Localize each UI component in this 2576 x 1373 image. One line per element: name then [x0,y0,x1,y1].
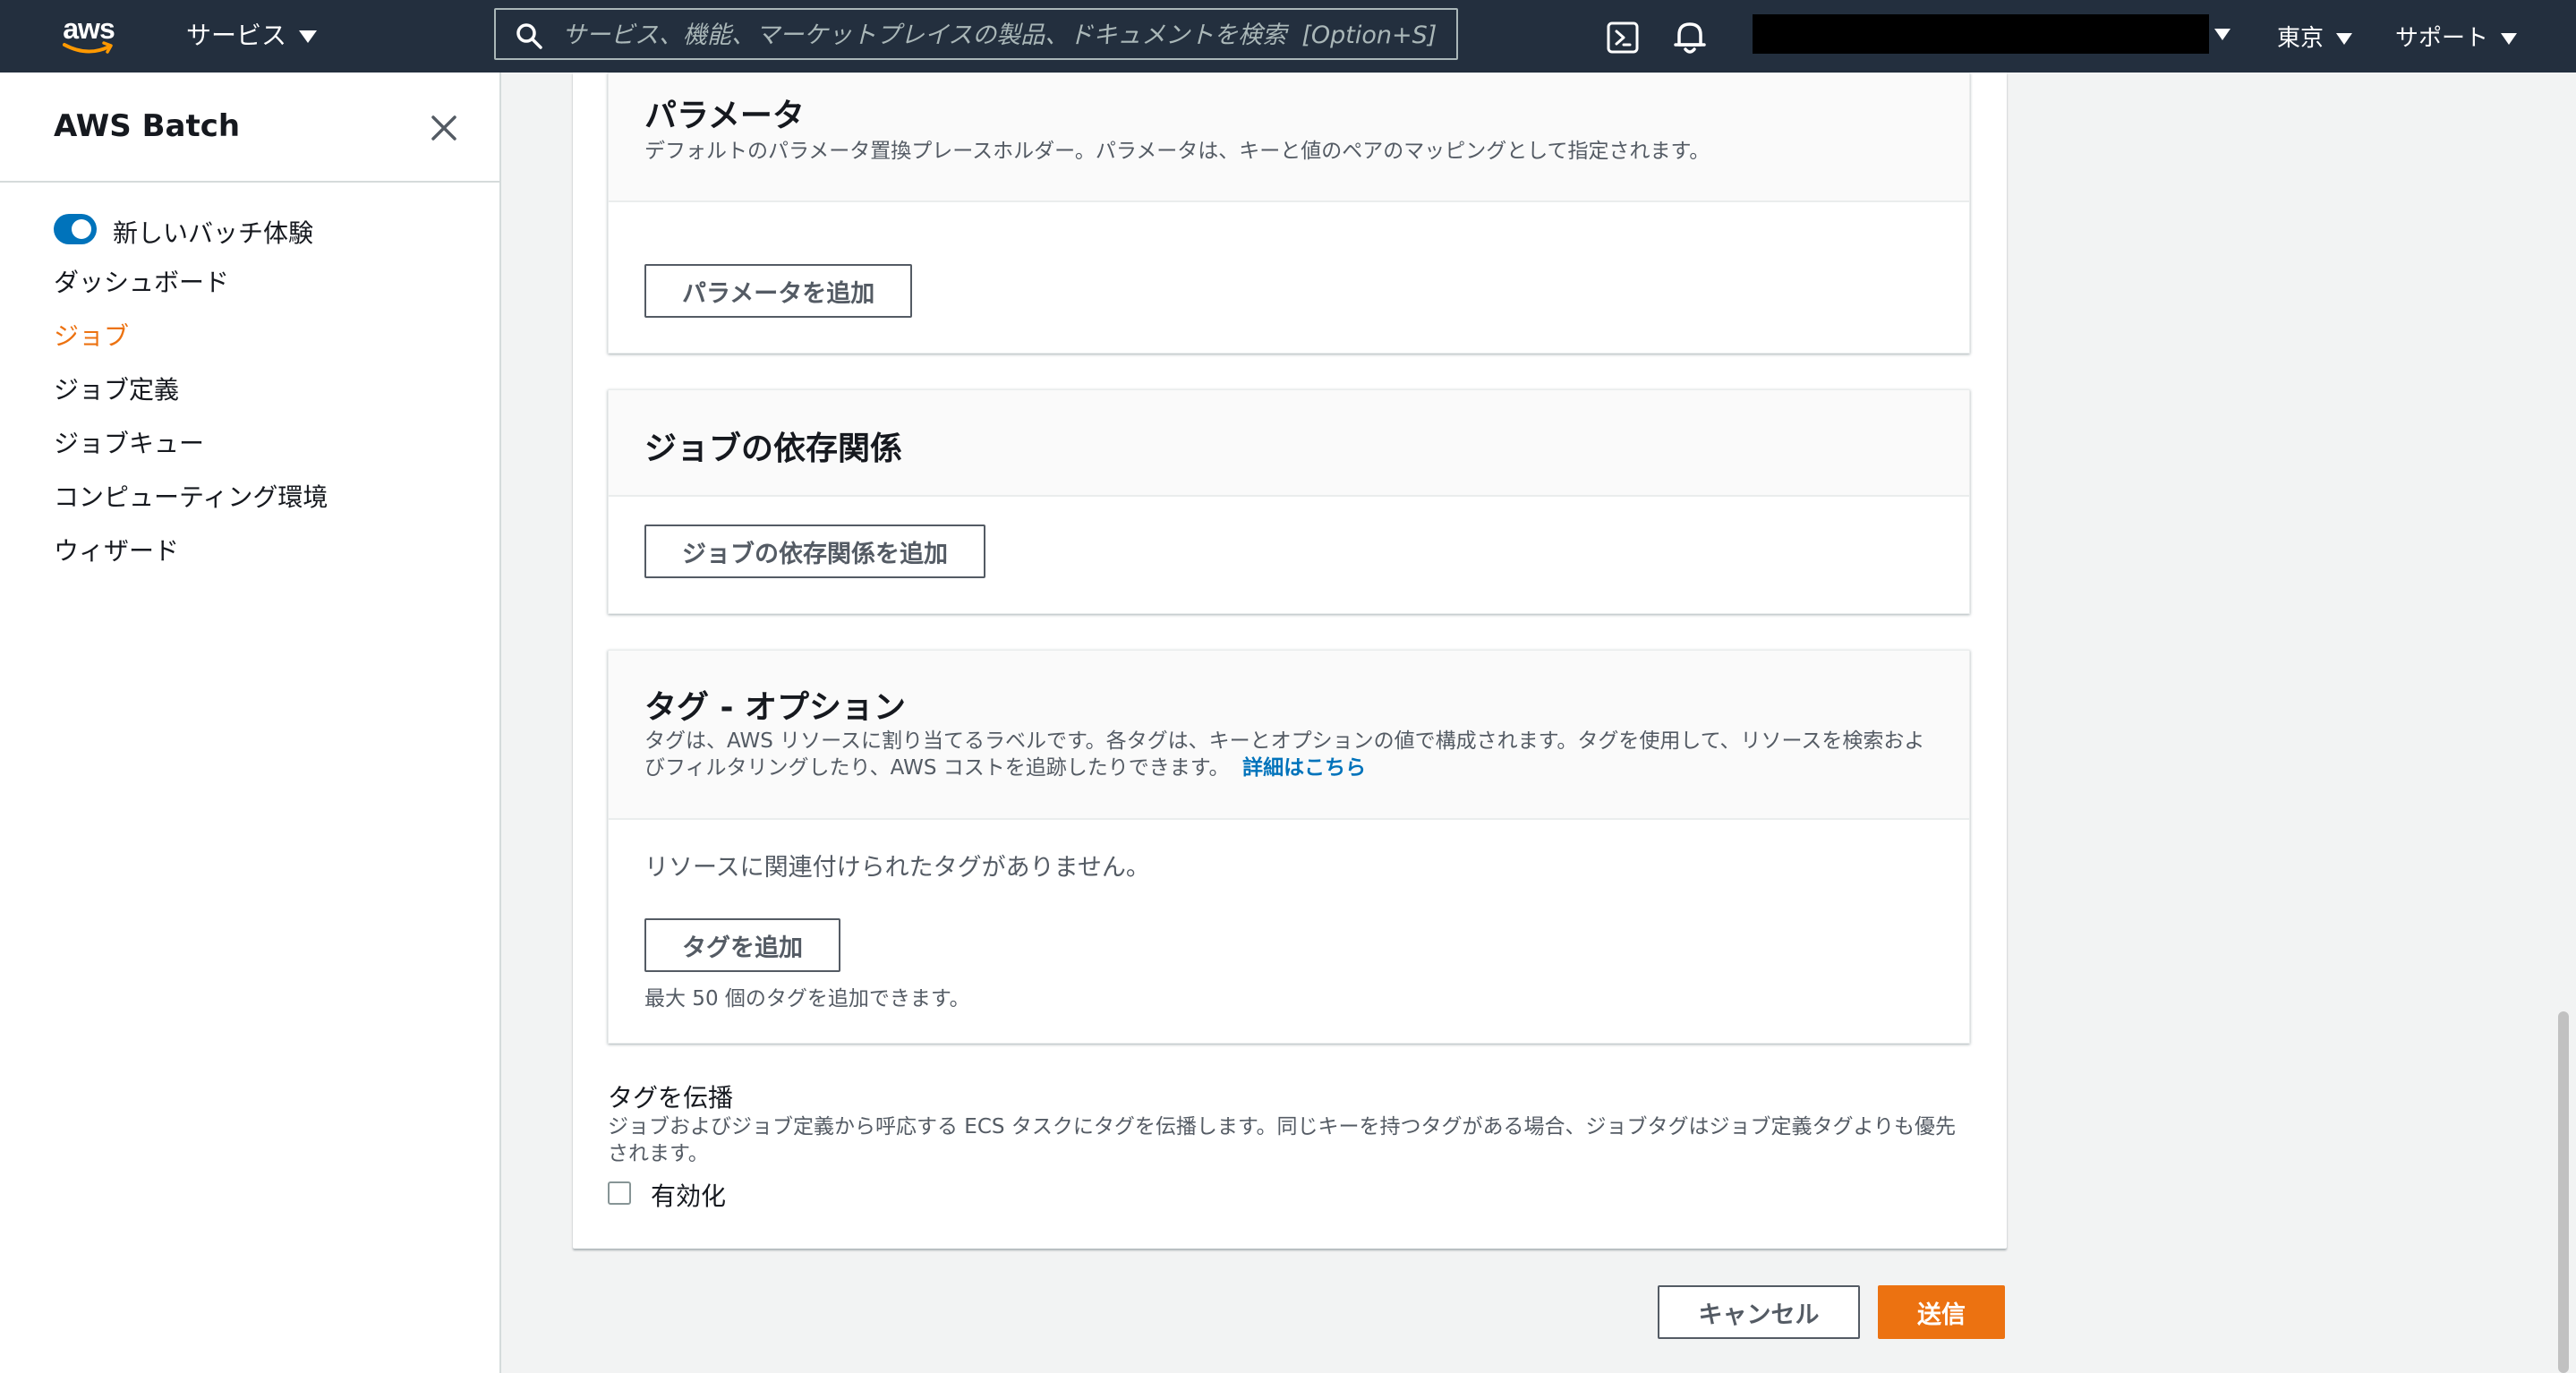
services-label: サービス [186,21,287,50]
enable-propagate-label[interactable]: 有効化 [651,1177,726,1213]
add-parameter-button[interactable]: パラメータを追加 [644,264,913,318]
search-box[interactable] [494,8,1458,60]
account-caret-down-icon[interactable] [2214,29,2231,40]
submit-button[interactable]: 送信 [1878,1285,2005,1339]
search-input[interactable] [560,15,1450,55]
new-experience-label: 新しいバッチ体験 [113,218,314,248]
parameters-card: パラメータ デフォルトのパラメータ置換プレースホルダー。パラメータは、キーと値の… [608,72,1970,354]
parameters-card-header: パラメータ デフォルトのパラメータ置換プレースホルダー。パラメータは、キーと値の… [609,73,1969,202]
tags-title: タグ - オプション [644,689,907,726]
cancel-button[interactable]: キャンセル [1658,1285,1860,1339]
dependencies-card: ジョブの依存関係 ジョブの依存関係を追加 [608,389,1970,614]
region-menu[interactable]: 東京 [2277,20,2353,53]
parameters-title: パラメータ [644,98,805,134]
tags-empty-text: リソースに関連付けられたタグがありません。 [644,854,1150,882]
tags-limit-hint: 最大 50 個のタグを追加できます。 [644,987,970,1011]
account-menu[interactable] [1753,14,2209,54]
caret-down-icon [299,30,318,43]
page-scrollbar[interactable] [2558,1011,2569,1373]
sidebar-item-jobs[interactable]: ジョブ [54,317,129,353]
parameters-description: デフォルトのパラメータ置換プレースホルダー。パラメータは、キーと値のペアのマッピ… [644,140,1710,163]
caret-down-icon [2501,33,2518,45]
dependencies-card-header: ジョブの依存関係 [609,390,1969,497]
sidebar-item-job-definitions[interactable]: ジョブ定義 [54,371,179,406]
sidebar-item-compute-environments[interactable]: コンピューティング環境 [54,478,328,514]
sidebar-divider [0,181,499,183]
top-navigation: aws サービス 東京 サポート [0,0,2576,72]
tags-card: タグ - オプション タグは、AWS リソースに割り当てるラベルです。各タグは、… [608,650,1970,1044]
sidebar-item-wizard[interactable]: ウィザード [54,532,179,567]
support-label: サポート [2395,25,2489,52]
cloudshell-icon[interactable] [1607,21,1639,54]
sidebar: AWS Batch 新しいバッチ体験 ダッシュボード ジョブ ジョブ定義 ジョブ… [0,72,501,1373]
bell-icon[interactable] [1672,18,1708,55]
search-icon [516,23,542,49]
add-dependency-button[interactable]: ジョブの依存関係を追加 [644,524,985,578]
propagate-tags-title: タグを伝播 [608,1083,734,1113]
close-icon[interactable] [428,112,460,144]
enable-propagate-checkbox[interactable] [608,1181,631,1205]
sidebar-title: AWS Batch [54,108,241,144]
sidebar-item-dashboard[interactable]: ダッシュボード [54,263,229,299]
tags-card-header: タグ - オプション タグは、AWS リソースに割り当てるラベルです。各タグは、… [609,651,1969,820]
toggle-knob [72,219,91,239]
propagate-tags-description: ジョブおよびジョブ定義から呼応する ECS タスクにタグを伝播します。同じキーを… [608,1115,1957,1165]
region-label: 東京 [2277,25,2324,52]
learn-more-link[interactable]: 詳細はこちら [1242,756,1366,780]
support-menu[interactable]: サポート [2395,20,2518,53]
sidebar-item-job-queues[interactable]: ジョブキュー [54,424,204,460]
tags-description: タグは、AWS リソースに割り当てるラベルです。各タグは、キーとオプションの値で… [644,728,1933,781]
aws-logo[interactable]: aws [57,13,120,59]
dependencies-title: ジョブの依存関係 [644,431,903,467]
services-menu[interactable]: サービス [186,16,318,52]
new-experience-toggle[interactable] [54,214,97,244]
add-tag-button[interactable]: タグを追加 [644,918,840,972]
caret-down-icon [2336,33,2353,45]
aws-smile-icon [63,41,113,54]
